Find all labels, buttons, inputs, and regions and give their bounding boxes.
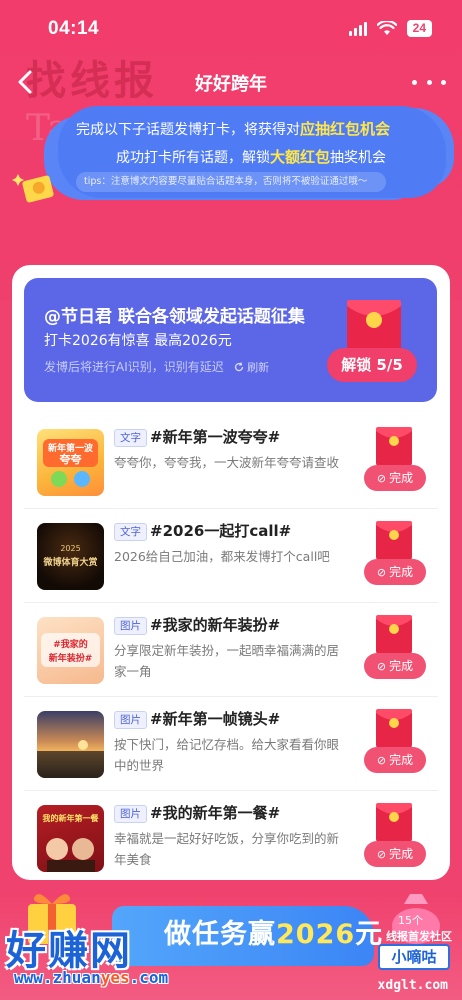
task-item[interactable]: 我的新年第一餐 图片 #我的新年第一餐# 幸福就是一起好好吃饭，分享你吃到的新年… [24,791,438,885]
done-button[interactable]: ⊘ 完成 [364,841,426,867]
status-time: 04:14 [48,18,100,39]
status-icons: 24 [348,20,432,37]
watermark-right-box: 小嘀咕 [378,944,450,970]
task-title[interactable]: #我的新年第一餐# [150,802,280,823]
done-label: 完成 [389,753,414,767]
check-circle-icon: ⊘ [376,660,387,673]
promo-note-text: 发博后将进行AI识别，识别有延迟 [44,360,224,374]
bottom-text-amount: 2026 [276,919,356,950]
watermark-right-label: 线报首发社区 [386,930,452,943]
check-circle-icon: ⊘ [376,754,387,767]
task-description: 夸夸你，夸夸我，一大波新年夸夸请查收 [114,455,340,470]
sunset-photo-illustration-icon [37,740,104,778]
done-button[interactable]: ⊘ 完成 [364,465,426,491]
bottom-text-prefix: 做任务赢 [164,919,276,950]
task-type-tag: 图片 [114,617,147,635]
watermark-url-suffix: .com [129,968,169,987]
promo-panel: @节日君 联合各领域发起话题征集 打卡2026有惊喜 最高2026元 发博后将进… [24,278,437,402]
promo-subtitle: 打卡2026有惊喜 最高2026元 [44,333,232,349]
red-envelope-icon [376,615,412,655]
task-description: 分享限定新年装扮，一起晒幸福满满的居家一角 [114,643,340,679]
task-title[interactable]: #我家的新年装扮# [150,614,280,635]
coin-envelope-decoration-icon [12,174,54,203]
nav-bar: 好好跨年 [0,56,462,108]
more-button[interactable] [412,68,446,96]
task-item[interactable]: 2025 微博体育大赏 文字 #2026一起打call# 2026给自己加油，都… [24,509,438,603]
done-label: 完成 [389,565,414,579]
new-year-meal-illustration-icon: 我的新年第一餐 [43,813,100,872]
banner-line-2-suffix: 抽奖机会 [330,150,387,166]
refresh-label: 刷新 [247,361,270,374]
more-dot-icon [426,79,432,85]
cellular-signal-icon [348,21,367,36]
task-thumbnail [37,711,104,778]
task-thumbnail: 2025 微博体育大赏 [37,523,104,590]
task-card: @节日君 联合各领域发起话题征集 打卡2026有惊喜 最高2026元 发博后将进… [12,265,450,880]
done-button[interactable]: ⊘ 完成 [364,559,426,585]
svg-text:我的新年第一餐: 我的新年第一餐 [43,813,100,823]
banner-line-1-text: 完成以下子话题发博打卡，将获得对 [76,122,300,138]
task-title[interactable]: #新年第一波夸夸# [150,426,280,447]
task-list: 新年第一波 夸夸 文字 #新年第一波夸夸# 夸夸你，夸夸我，一大波新年夸夸请查收… [24,415,438,885]
task-description: 2026给自己加油，都来发博打个call吧 [114,549,330,564]
banner-line-2: 成功打卡所有话题，解锁大额红包抽奖机会 [116,146,386,167]
home-decor-illustration-icon: #我家的 新年装扮# [41,633,100,667]
task-type-tag: 文字 [114,523,147,541]
red-envelope-icon [376,803,412,843]
refresh-button[interactable]: 刷新 [234,361,270,374]
watermark-right-url: xdglt.com [377,978,448,993]
banner-line-2-highlight: 大额红包 [270,148,331,166]
promo-title: @节日君 联合各领域发起话题征集 [44,307,305,327]
banner-line-1-highlight: 应抽红包机会 [300,120,391,138]
svg-text:2025: 2025 [60,544,80,553]
watermark-url-prefix: www.zhuan [14,968,101,987]
wifi-icon [376,21,397,35]
svg-text:新年装扮#: 新年装扮# [49,652,93,664]
banner-tips: tips：注意博文内容要尽量贴合话题本身，否则将不被验证通过哦～ [76,172,386,192]
bottom-promo-text: 做任务赢2026元 [164,912,383,951]
task-type-tag: 文字 [114,429,147,447]
done-button[interactable]: ⊘ 完成 [364,747,426,773]
refresh-icon [234,362,243,372]
done-label: 完成 [389,471,414,485]
svg-text:微博体育大赏: 微博体育大赏 [42,556,97,568]
page-title: 好好跨年 [195,74,267,95]
task-title[interactable]: #新年第一帧镜头# [150,708,280,729]
count-badge: 15个 [398,914,423,927]
task-type-tag: 图片 [114,805,147,823]
watermark-bottom-url: www.zhuanyes.com [14,968,168,987]
red-envelope-icon [376,427,412,467]
more-dot-icon [412,79,417,85]
task-thumbnail: 新年第一波 夸夸 [37,429,104,496]
red-envelope-icon [376,521,412,561]
task-item[interactable]: 图片 #新年第一帧镜头# 按下快门，给记忆存档。给大家看看你眼中的世界 ⊘ 完成 [24,697,438,791]
task-thumbnail: 我的新年第一餐 [37,805,104,872]
done-button[interactable]: ⊘ 完成 [364,653,426,679]
task-description: 按下快门，给记忆存档。给大家看看你眼中的世界 [114,737,340,773]
banner-line-2-text: 成功打卡所有话题，解锁 [116,150,270,166]
check-circle-icon: ⊘ [376,848,387,861]
battery-indicator: 24 [406,20,432,37]
svg-text:夸夸: 夸夸 [60,452,82,466]
red-envelope-icon [376,709,412,749]
unlock-button[interactable]: 解锁 5/5 [327,348,417,382]
task-item[interactable]: 新年第一波 夸夸 文字 #新年第一波夸夸# 夸夸你，夸夸我，一大波新年夸夸请查收… [24,415,438,509]
task-description: 幸福就是一起好好吃饭，分享你吃到的新年美食 [114,831,340,867]
check-circle-icon: ⊘ [376,566,387,579]
task-thumbnail: #我家的 新年装扮# [37,617,104,684]
praise-illustration-icon: 新年第一波 夸夸 [43,439,98,487]
banner-line-1: 完成以下子话题发博打卡，将获得对应抽红包机会 [76,118,390,139]
sports-award-illustration-icon: 2025 微博体育大赏 [42,544,97,568]
done-label: 完成 [389,847,414,861]
svg-text:#我家的: #我家的 [53,638,88,650]
task-title[interactable]: #2026一起打call# [150,520,291,541]
done-label: 完成 [389,659,414,673]
task-item[interactable]: #我家的 新年装扮# 图片 #我家的新年装扮# 分享限定新年装扮，一起晒幸福满满… [24,603,438,697]
more-dot-icon [441,79,446,85]
check-circle-icon: ⊘ [376,472,387,485]
promo-note: 发博后将进行AI识别，识别有延迟 刷新 [44,358,269,375]
task-type-tag: 图片 [114,711,147,729]
info-banner: 完成以下子话题发博打卡，将获得对应抽红包机会 成功打卡所有话题，解锁大额红包抽奖… [58,106,446,198]
watermark-url-mid: yes [100,968,130,987]
